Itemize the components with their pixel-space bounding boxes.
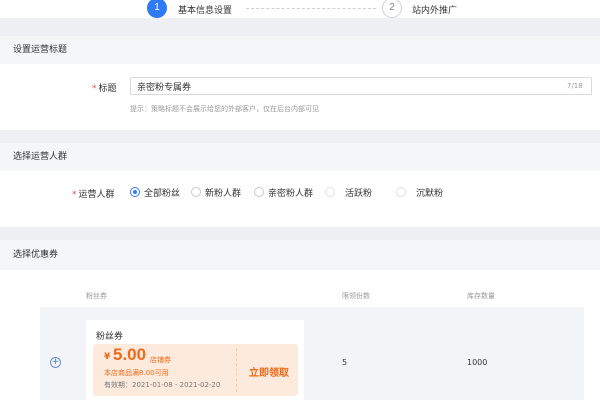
- cell-limit: 5: [342, 358, 348, 367]
- title-label-text: 标题: [98, 84, 117, 94]
- step-1-indicator[interactable]: 1: [147, 0, 167, 18]
- radio-label: 亲密粉人群: [268, 188, 314, 199]
- radio-label: 沉默粉: [416, 188, 444, 199]
- radio-checked-icon[interactable]: [130, 187, 140, 197]
- radio-option-intimate-fans[interactable]: 亲密粉人群: [254, 186, 314, 199]
- column-header-stock: 库存数量: [467, 292, 495, 300]
- radio-label: 全部粉丝: [144, 188, 181, 199]
- column-header-limit: 限领份数: [342, 292, 370, 300]
- radio-label: 新粉人群: [205, 188, 242, 199]
- title-field-label: * 标题: [92, 81, 117, 94]
- step-1-label[interactable]: 基本信息设置: [178, 3, 232, 16]
- step-bar: 1 基本信息设置 2 站内外推广: [0, 0, 600, 18]
- section-audience-header: 选择运营人群: [0, 143, 600, 171]
- audience-field-label: * 运营人群: [72, 187, 115, 200]
- ticket-divider: [236, 348, 237, 392]
- section-coupon-header: 选择优惠券: [0, 240, 600, 270]
- section-title-header: 设置运营标题: [0, 36, 600, 64]
- radio-unchecked-icon[interactable]: [191, 187, 201, 197]
- coupon-validity: 有效期：2021-01-08 - 2021-02-20: [104, 381, 221, 389]
- coupon-name: 粉丝券: [96, 332, 124, 342]
- title-hint: 提示：策略标题不会展示给您的外部客户，仅在后台内部可见: [130, 105, 319, 113]
- coupon-type-tag: 店铺券: [150, 356, 171, 364]
- radio-unchecked-icon[interactable]: [325, 187, 335, 197]
- expand-row-icon[interactable]: +: [50, 357, 61, 368]
- radio-label: 活跃粉: [345, 188, 373, 199]
- column-header-coupon: 粉丝券: [86, 292, 107, 300]
- radio-option-active-fans[interactable]: 活跃粉: [325, 186, 373, 199]
- cell-stock: 1000: [467, 358, 488, 367]
- radio-unchecked-icon[interactable]: [396, 187, 406, 197]
- step-divider: [246, 8, 376, 9]
- audience-label-text: 运营人群: [78, 190, 115, 200]
- required-mark: *: [72, 190, 77, 200]
- coupon-condition: 本店商品满8.00可用: [104, 369, 169, 377]
- claim-button[interactable]: 立即领取: [249, 364, 289, 379]
- coupon-currency: ¥: [104, 352, 111, 362]
- step-2-indicator[interactable]: 2: [382, 0, 402, 18]
- title-panel: [0, 64, 600, 130]
- coupon-amount: 5.00: [113, 345, 147, 364]
- radio-option-new-fans[interactable]: 新粉人群: [191, 186, 242, 199]
- title-char-counter: 7/18: [567, 82, 583, 90]
- radio-option-all-fans[interactable]: 全部粉丝: [130, 186, 181, 199]
- step-2-label[interactable]: 站内外推广: [412, 3, 457, 16]
- radio-unchecked-icon[interactable]: [254, 187, 264, 197]
- title-input[interactable]: [130, 77, 592, 95]
- required-mark: *: [92, 84, 97, 94]
- radio-option-silent-fans[interactable]: 沉默粉: [396, 186, 444, 199]
